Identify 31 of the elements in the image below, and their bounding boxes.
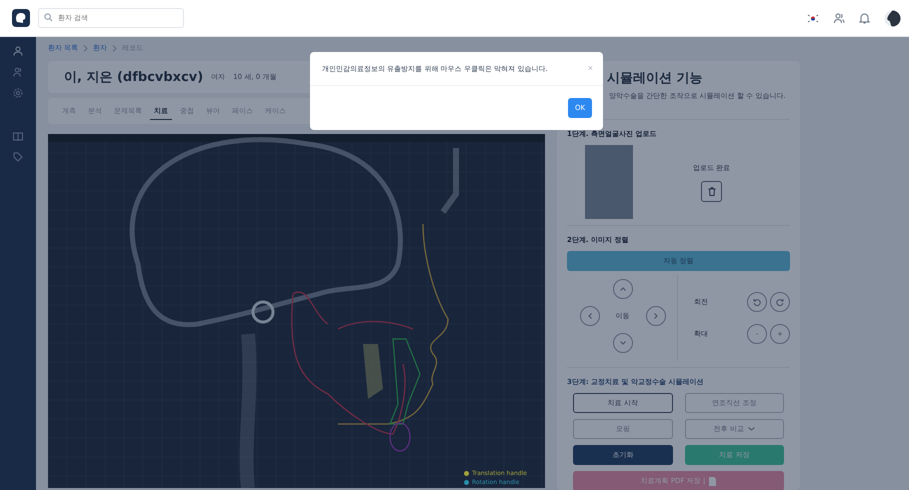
- avatar-icon[interactable]: [884, 10, 901, 26]
- delete-button[interactable]: [701, 180, 722, 202]
- move-up-button[interactable]: [612, 278, 632, 298]
- close-button[interactable]: ×: [588, 64, 593, 73]
- patient-name: 이, 지은 (dfbcvbxcv): [64, 69, 204, 86]
- search-icon: [44, 13, 53, 22]
- settings-icon[interactable]: [13, 88, 23, 98]
- flag-icon[interactable]: [807, 14, 819, 22]
- book-icon[interactable]: [13, 132, 23, 141]
- chevron-right-icon: [654, 312, 658, 318]
- file-icon: [709, 476, 716, 486]
- chevron-right-icon: [83, 44, 88, 52]
- chevron-down-icon: [620, 340, 626, 344]
- app-logo[interactable]: [12, 9, 30, 27]
- bell-icon[interactable]: [859, 12, 870, 24]
- rotate-left-icon: [753, 298, 761, 306]
- rotate-right-icon: [776, 298, 784, 306]
- user-icon[interactable]: [13, 46, 23, 56]
- trash-icon: [708, 186, 716, 196]
- chevron-left-icon: [588, 312, 592, 318]
- panel-title: 시뮬레이션 기능: [606, 70, 704, 87]
- rotate-left-button[interactable]: [747, 292, 767, 312]
- move-down-button[interactable]: [612, 332, 632, 352]
- chevron-right-icon: [112, 44, 118, 52]
- users-icon[interactable]: [833, 12, 845, 24]
- chevron-up-icon: [620, 286, 626, 290]
- users-icon[interactable]: [13, 67, 23, 77]
- rotate-right-button[interactable]: [770, 292, 790, 312]
- tag-icon[interactable]: [13, 152, 23, 162]
- move-right-button[interactable]: [646, 306, 666, 326]
- move-left-button[interactable]: [580, 306, 600, 326]
